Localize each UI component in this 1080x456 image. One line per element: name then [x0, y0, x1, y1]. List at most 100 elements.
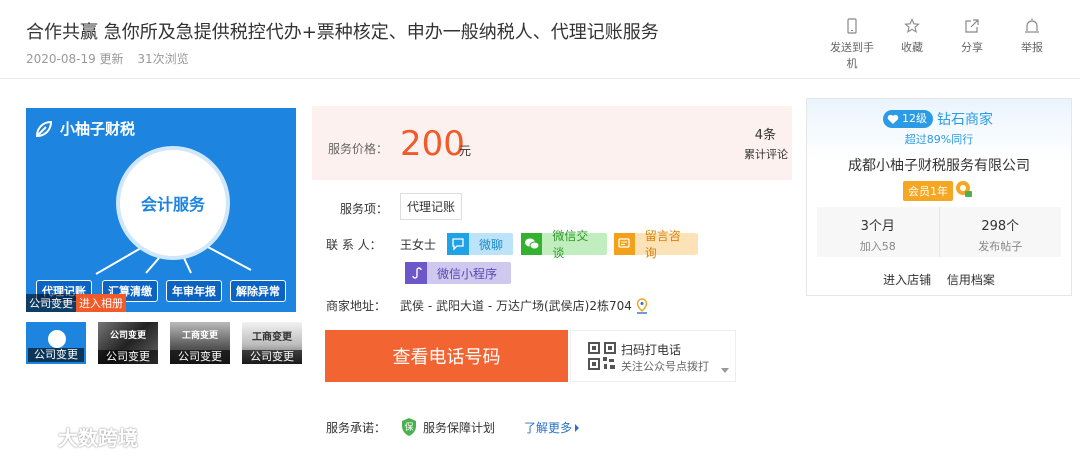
view-count: 31次浏览 [137, 52, 189, 66]
page-title: 合作共赢 急你所及急提供税控代办+票种核定、申办一般纳税人、代理记账服务 [26, 22, 659, 43]
price-value: 200 [400, 124, 465, 164]
send-to-phone-label: 发送到手机 [830, 41, 874, 70]
stat-posts: 298个 发布帖子 [938, 207, 1062, 257]
credit-record-link[interactable]: 信用档案 [947, 273, 995, 287]
wechat-chat-button[interactable]: 微信交谈 [521, 229, 607, 260]
thumbnail-caption: 公司变更 [242, 350, 302, 364]
qr-code-icon [588, 342, 616, 370]
thumbnail-text: 公司变更 [109, 331, 146, 341]
contact-label: 联 系 人： [326, 238, 382, 252]
report-button[interactable]: 举报 [1006, 18, 1058, 71]
promise-text: 服务保障计划 [423, 421, 496, 435]
image-caption-text: 公司变更 [26, 294, 76, 312]
scan-call-title: 扫码打电话 [621, 343, 682, 357]
shield-icon-text: 保 [404, 421, 413, 433]
stat-label: 发布帖子 [978, 240, 1023, 253]
wechat-miniprogram-button[interactable]: 微信小程序 [405, 262, 511, 284]
view-phone-button[interactable]: 查看电话号码 [325, 330, 568, 382]
wechat-chat-label: 微信交谈 [552, 229, 589, 260]
company-name[interactable]: 成都小柚子财税服务有限公司 [807, 155, 1071, 175]
thumbnail-text: 工商变更 [252, 332, 292, 343]
phone-icon [847, 18, 857, 34]
star-icon [904, 18, 920, 33]
miniprogram-icon [405, 262, 427, 284]
share-icon [965, 19, 979, 33]
watermark-text: 大数跨境 [58, 426, 138, 450]
scan-call-subtitle: 关注公众号点拨打 [621, 360, 709, 373]
weiliao-button[interactable]: 微聊 [447, 233, 513, 255]
enter-album-link[interactable]: 进入相册 [76, 294, 126, 312]
share-label: 分享 [961, 41, 983, 54]
shield-icon: 保 [402, 418, 416, 436]
caret-down-icon [721, 368, 729, 373]
merchant-links: 进入店铺 信用档案 [807, 271, 1071, 288]
thumbnail-caption: 公司变更 [98, 350, 158, 364]
stat-join-time: 3个月 加入58 [817, 207, 939, 257]
price-panel: 服务价格： 200 元 4条 累计评论 [312, 106, 792, 180]
wechat-miniprogram-label: 微信小程序 [437, 266, 498, 281]
stat-value: 3个月 [860, 219, 895, 234]
center-circle: 会计服务 [116, 146, 230, 260]
watermark: 大数跨境 [10, 422, 138, 451]
leave-message-label: 留言咨询 [644, 229, 681, 260]
report-icon [1025, 18, 1039, 33]
header-divider [0, 78, 1080, 79]
stat-label: 加入58 [859, 240, 896, 253]
review-label: 累计评论 [744, 148, 788, 161]
post-meta: 2020-08-19 更新 31次浏览 [26, 50, 189, 67]
chat-bubble-icon [447, 233, 469, 255]
level-value: 12级 [902, 112, 927, 125]
leave-message-button[interactable]: 留言咨询 [614, 229, 698, 260]
image-caption: 公司变更 进入相册 [26, 294, 126, 312]
level-name: 钻石商家 [937, 112, 993, 128]
price-unit: 元 [459, 144, 472, 158]
service-tile: 年审年报 [166, 280, 222, 302]
watermark-logo-icon [11, 426, 50, 447]
center-text: 会计服务 [140, 195, 205, 214]
wechat-icon [521, 233, 543, 255]
contact-name: 王女士 [400, 238, 437, 252]
stat-value: 298个 [981, 219, 1020, 234]
main-image[interactable]: 小柚子财税 会计服务 代理记账 汇算清缴 年审年报 解除异常 公司变更 进入相册 [26, 108, 296, 312]
enter-shop-link[interactable]: 进入店铺 [883, 273, 931, 287]
scan-to-call-box[interactable]: 扫码打电话 关注公众号点拨打 [570, 330, 736, 382]
favorite-button[interactable]: 收藏 [886, 18, 938, 71]
address-road: 武阳大道 [424, 297, 484, 314]
send-to-phone-button[interactable]: 发送到手机 [826, 18, 878, 71]
address-district: 武侯 [400, 299, 425, 313]
thumbnail[interactable]: 公司变更 公司变更 [98, 322, 158, 364]
learn-more-link[interactable]: 了解更多 [524, 419, 579, 436]
thumbnail-strip: 公司变更 公司变更 公司变更 工商变更 公司变更 工商变更 公司变更 [26, 322, 314, 364]
membership-badge: 会员1年 [903, 181, 953, 201]
thumbnail[interactable]: 工商变更 公司变更 [242, 322, 302, 364]
thumbnail-caption: 公司变更 [28, 348, 84, 362]
message-icon [614, 233, 635, 255]
address-building: 万达广场(武侯店)2栋704 [484, 297, 632, 314]
level-badge: 12级 [883, 110, 933, 128]
merchant-level: 12级 钻石商家 [883, 109, 993, 129]
report-label: 举报 [1021, 41, 1043, 54]
share-button[interactable]: 分享 [946, 18, 998, 71]
update-date: 2020-08-19 更新 [26, 52, 124, 66]
merchant-card: 12级 钻石商家 超过89%同行 成都小柚子财税服务有限公司 会员1年 3个月 … [806, 98, 1072, 296]
thumbnail-text: 工商变更 [181, 331, 218, 341]
favorite-label: 收藏 [901, 41, 923, 54]
promise-label: 服务承诺： [326, 421, 387, 435]
merchant-address: 武侯 武阳大道 万达广场(武侯店)2栋704 [400, 297, 649, 314]
peer-rank: 超过89%同行 [904, 133, 974, 146]
thumbnail-caption: 公司变更 [170, 350, 230, 364]
merchant-stats: 3个月 加入58 298个 发布帖子 [817, 207, 1061, 257]
thumbnail[interactable]: 公司变更 [26, 322, 86, 364]
thumbnail[interactable]: 工商变更 公司变更 [170, 322, 230, 364]
weiliao-label: 微聊 [479, 237, 504, 252]
map-pin-icon[interactable] [635, 297, 649, 314]
header-actions: 发送到手机 收藏 分享 举报 [818, 18, 1058, 71]
vip-icon [956, 181, 972, 197]
service-item-tag: 代理记账 [400, 193, 463, 220]
review-count[interactable]: 4条 [755, 124, 776, 143]
heart-icon [887, 114, 899, 124]
service-tile: 解除异常 [230, 280, 286, 302]
price-label: 服务价格： [328, 142, 389, 156]
service-label: 服务项： [340, 202, 389, 216]
address-label: 商家地址： [326, 299, 387, 313]
